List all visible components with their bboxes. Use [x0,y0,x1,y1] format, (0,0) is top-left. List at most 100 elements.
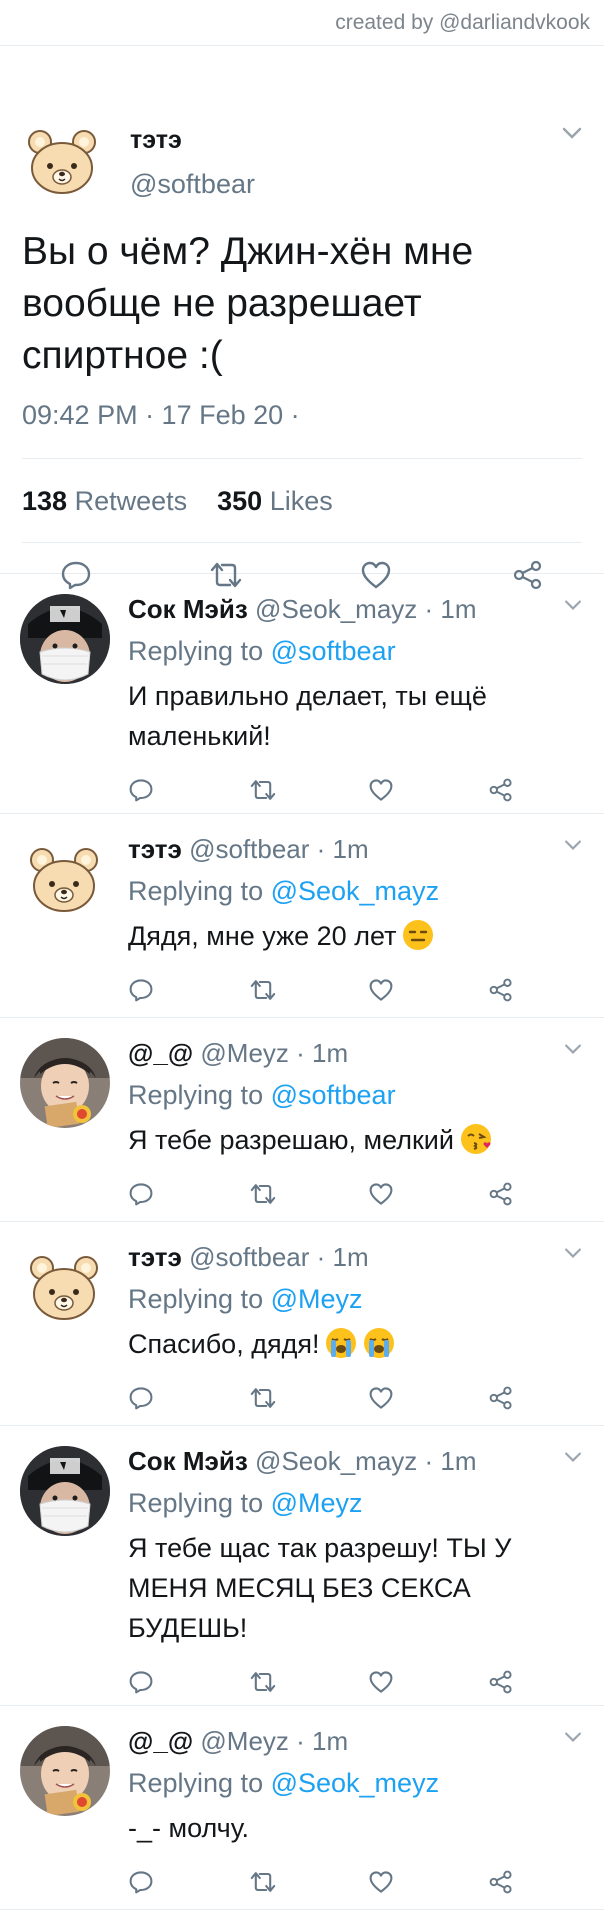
tweet-timestamp[interactable]: 09:42 PM · 17 Feb 20 · [22,400,300,431]
reply-author-name[interactable]: тэтэ [128,834,182,864]
retweet-icon[interactable] [248,1870,278,1894]
reply-tweet[interactable]: тэтэ @softbear · 1m Replying to @Seok_ma… [0,814,604,1018]
reply-icon[interactable] [128,978,154,1002]
share-icon[interactable] [488,1870,514,1894]
reply-tweet[interactable]: @_@ @Meyz · 1m Replying to @Seok_meyz -_… [0,1706,604,1910]
reply-author-handle[interactable]: @softbear · 1m [182,834,369,864]
chevron-down-icon[interactable] [564,1450,582,1468]
reply-text: -_- молчу. [128,1813,250,1843]
reply-text: Я тебе щас так разрешу! ТЫ У МЕНЯ МЕСЯЦ … [128,1533,512,1643]
replying-to-label: Replying to [128,1284,271,1314]
like-icon[interactable] [368,978,394,1002]
replying-to-link[interactable]: @Meyz [271,1488,363,1518]
reply-author-handle[interactable]: @Seok_mayz · 1m [248,1446,476,1476]
author-handle[interactable]: @softbear [130,169,255,200]
share-icon[interactable] [488,1670,514,1694]
replying-to-label: Replying to [128,1768,271,1798]
chevron-down-icon[interactable] [564,1042,582,1060]
reply-author-handle[interactable]: @Meyz · 1m [193,1726,348,1756]
reply-tweet[interactable]: Сок Мэйз @Seok_mayz · 1m Replying to @Me… [0,1426,604,1706]
retweet-icon[interactable] [248,1670,278,1694]
chevron-down-icon[interactable] [564,598,582,616]
reply-icon[interactable] [128,778,154,802]
tweet-stats: 138 Retweets 350 Likes [22,486,333,517]
reply-header: тэтэ @softbear · 1m [128,1242,369,1273]
reply-tweet[interactable]: @_@ @Meyz · 1m Replying to @softbear Я т… [0,1018,604,1222]
replying-to-link[interactable]: @softbear [271,1080,396,1110]
reply-icon[interactable] [128,1870,154,1894]
reply-text-container: Спасибо, дядя! [128,1324,568,1364]
loudly-crying-face-icon [325,1327,357,1359]
like-icon[interactable] [368,1182,394,1206]
replying-to: Replying to @Seok_meyz [128,1768,439,1799]
reply-text: Спасибо, дядя! [128,1329,320,1359]
reply-author-name[interactable]: тэтэ [128,1242,182,1272]
replying-to-link[interactable]: @softbear [271,636,396,666]
reply-author-name[interactable]: @_@ [128,1038,193,1068]
replying-to-link[interactable]: @Seok_meyz [271,1768,439,1798]
reply-header: @_@ @Meyz · 1m [128,1038,348,1069]
chevron-down-icon[interactable] [564,838,582,856]
reply-tweet[interactable]: тэтэ @softbear · 1m Replying to @Meyz Сп… [0,1222,604,1426]
retweet-icon[interactable] [248,1182,278,1206]
reply-icon[interactable] [128,1670,154,1694]
reply-text-container: Я тебе щас так разрешу! ТЫ У МЕНЯ МЕСЯЦ … [128,1528,568,1648]
likes-label: Likes [262,486,333,516]
reply-author-handle[interactable]: @softbear · 1m [182,1242,369,1272]
replying-to-link[interactable]: @Meyz [271,1284,363,1314]
chevron-down-icon[interactable] [562,126,582,145]
author-name[interactable]: тэтэ [130,126,182,155]
masked-person-avatar[interactable] [20,594,110,684]
share-icon[interactable] [488,1386,514,1410]
like-icon[interactable] [368,1870,394,1894]
retweet-icon[interactable] [248,778,278,802]
reply-tweet[interactable]: Сок Мэйз @Seok_mayz · 1m Replying to @so… [0,574,604,814]
like-icon[interactable] [368,1386,394,1410]
retweet-icon[interactable] [248,978,278,1002]
retweet-icon[interactable] [248,1386,278,1410]
reply-author-name[interactable]: @_@ [128,1726,193,1756]
retweets-label: Retweets [67,486,188,516]
reply-author-handle[interactable]: @Meyz · 1m [193,1038,348,1068]
like-icon[interactable] [368,778,394,802]
replying-to-link[interactable]: @Seok_mayz [271,876,439,906]
bear-avatar[interactable] [26,126,98,198]
replying-to: Replying to @Meyz [128,1488,363,1519]
replying-to-label: Replying to [128,1488,271,1518]
like-icon[interactable] [368,1670,394,1694]
masked-person-avatar[interactable] [20,1446,110,1536]
expressionless-face-icon [402,919,434,951]
reply-author-name[interactable]: Сок Мэйз [128,1446,248,1476]
replying-to-label: Replying to [128,876,271,906]
reply-text: Дядя, мне уже 20 лет [128,921,397,951]
reply-header: тэтэ @softbear · 1m [128,834,369,865]
tweet-text: Вы о чём? Джин-хён мне вообще не разреша… [22,230,474,377]
chevron-down-icon[interactable] [564,1246,582,1264]
share-icon[interactable] [488,778,514,802]
chevron-down-icon[interactable] [564,1730,582,1748]
bear-avatar[interactable] [28,844,100,916]
share-icon[interactable] [488,1182,514,1206]
credit-text: created by @darliandvkook [335,10,590,34]
reply-text: И правильно делает, ты ещё маленький! [128,681,487,751]
reply-header: @_@ @Meyz · 1m [128,1726,348,1757]
reply-text-container: -_- молчу. [128,1808,568,1848]
reply-icon[interactable] [128,1182,154,1206]
smiling-person-avatar[interactable] [20,1726,110,1816]
reply-author-name[interactable]: Сок Мэйз [128,594,248,624]
replying-to: Replying to @softbear [128,1080,396,1111]
face-blowing-kiss-icon [460,1123,492,1155]
bear-avatar[interactable] [28,1252,100,1324]
reply-icon[interactable] [128,1386,154,1410]
credit-bar: created by @darliandvkook [0,0,604,46]
share-icon[interactable] [488,978,514,1002]
smiling-person-avatar[interactable] [20,1038,110,1128]
reply-text: Я тебе разрешаю, мелкий [128,1125,454,1155]
reply-header: Сок Мэйз @Seok_mayz · 1m [128,1446,477,1477]
divider [22,458,582,459]
reply-text-container: И правильно делает, ты ещё маленький! [128,676,568,756]
likes-stat[interactable]: 350 Likes [217,486,333,516]
loudly-crying-face-icon [363,1327,395,1359]
retweets-stat[interactable]: 138 Retweets [22,486,187,516]
reply-author-handle[interactable]: @Seok_mayz · 1m [248,594,476,624]
